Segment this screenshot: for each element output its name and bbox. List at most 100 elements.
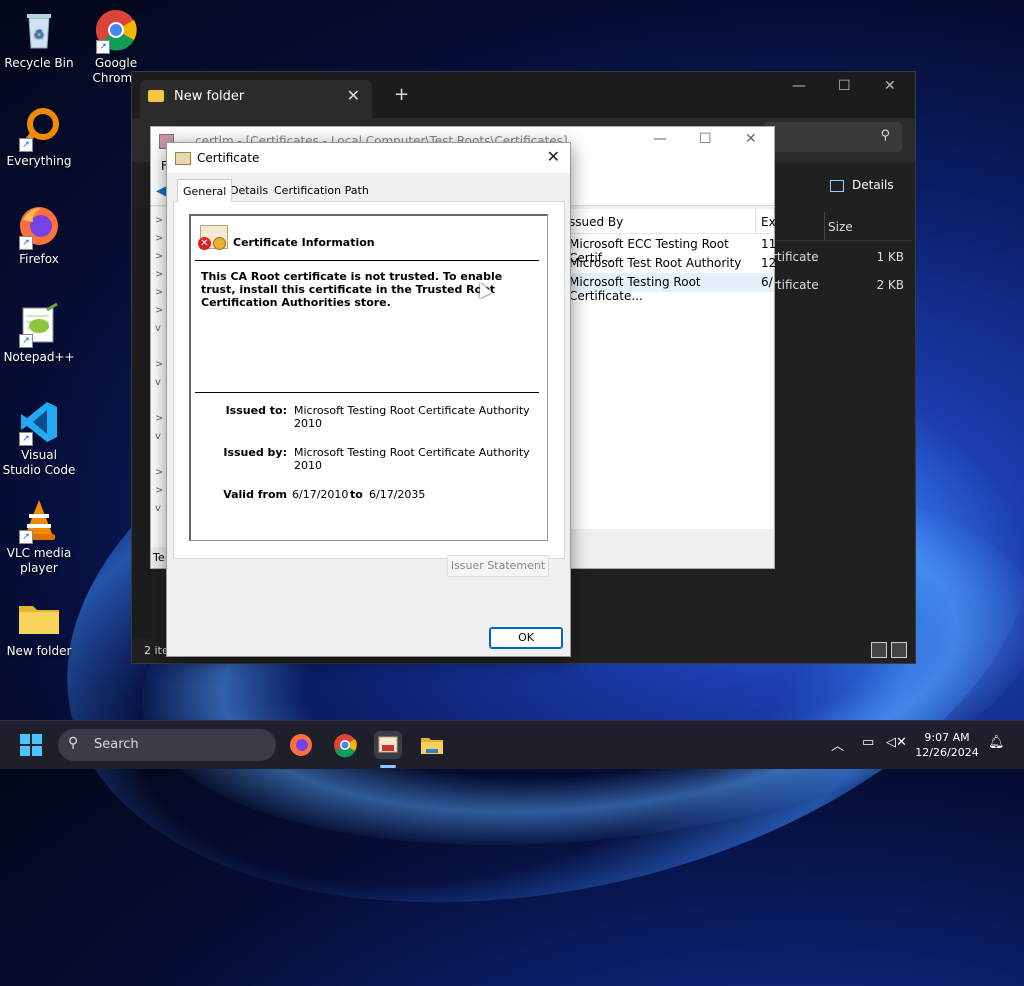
chevron-up-icon[interactable]: ︿	[831, 735, 844, 754]
chevron-right-icon[interactable]: >	[155, 359, 163, 370]
minimize-icon[interactable]: —	[792, 78, 806, 94]
details-pane-button[interactable]: Details	[830, 178, 894, 192]
taskbar-firefox-icon[interactable]	[287, 731, 315, 759]
chevron-right-icon[interactable]: >	[155, 233, 163, 244]
search-placeholder: Search	[94, 737, 139, 752]
desktop-icon-label: VLC media player	[6, 546, 72, 575]
firefox-icon: ↗	[17, 204, 61, 250]
everything-icon: ↗	[17, 106, 61, 152]
chevron-right-icon[interactable]: >	[155, 467, 163, 478]
chevron-down-icon[interactable]: v	[155, 323, 161, 334]
svg-text:♻: ♻	[34, 27, 45, 41]
search-icon: ⚲	[68, 735, 79, 751]
issued-by-value: Microsoft Testing Root Certificate Autho…	[294, 446, 530, 472]
chevron-down-icon[interactable]: v	[155, 503, 161, 514]
explorer-tab-title: New folder	[174, 89, 245, 104]
column-size[interactable]: Size	[828, 220, 853, 234]
close-tab-icon[interactable]: ✕	[347, 86, 360, 105]
desktop-icon-label: Recycle Bin	[4, 56, 74, 70]
taskbar-search-box[interactable]: ⚲ Search	[58, 729, 276, 761]
start-button[interactable]	[20, 734, 42, 756]
certlm-status-text: Te	[153, 551, 165, 564]
certificate-row[interactable]: Microsoft Test Root Authority 12	[569, 254, 777, 273]
column-expiration[interactable]: Ex	[761, 215, 776, 229]
shortcut-arrow-icon: ↗	[19, 236, 33, 250]
notification-bell-icon[interactable]: 🔔︎	[988, 735, 1005, 750]
details-pane-icon	[830, 179, 844, 192]
issuer-statement-button[interactable]: Issuer Statement	[447, 555, 549, 577]
explorer-tab-bar: New folder ✕ + — ☐ ✕	[132, 72, 915, 118]
valid-to-value: 6/17/2035	[369, 488, 426, 501]
details-view-icon[interactable]	[871, 642, 887, 658]
taskbar-clock[interactable]: 9:07 AM 12/26/2024	[912, 730, 982, 760]
desktop-icon-notepad-plus-plus[interactable]: ↗ Notepad++	[1, 302, 77, 365]
cell-expiration: 6/	[761, 275, 773, 289]
details-label: Details	[852, 178, 894, 192]
column-separator	[824, 212, 825, 240]
desktop-icon-vscode[interactable]: ↗ Visual Studio Code	[1, 400, 77, 478]
desktop-icon-everything[interactable]: ↗ Everything	[1, 106, 77, 169]
desktop-icon-new-folder[interactable]: New folder	[1, 596, 77, 659]
certificate-row-selected[interactable]: Microsoft Testing Root Certificate... 6/	[569, 273, 773, 303]
desktop-icon-firefox[interactable]: ↗ Firefox	[1, 204, 77, 267]
explorer-column-header: Ex Size	[772, 212, 912, 241]
taskbar-chrome-icon[interactable]	[331, 731, 359, 759]
cell-expiration: 12	[761, 256, 777, 270]
valid-to-label: to	[350, 488, 363, 501]
recycle-bin-icon: ♻	[17, 8, 61, 52]
divider	[195, 260, 539, 261]
desktop-icon-vlc[interactable]: ↗ VLC media player	[1, 498, 77, 576]
explorer-tab[interactable]: New folder ✕	[140, 80, 372, 118]
search-icon: ⚲	[880, 128, 890, 143]
folder-icon	[148, 90, 164, 102]
certificate-row[interactable]: Microsoft ECC Testing Root Certif... 11	[569, 235, 777, 265]
taskbar-certlm-icon[interactable]	[374, 731, 402, 759]
ok-button[interactable]: OK	[489, 627, 563, 649]
cell-issued-by: Microsoft Testing Root Certificate...	[569, 275, 701, 303]
clock-date: 12/26/2024	[915, 746, 979, 759]
chevron-down-icon[interactable]: v	[155, 377, 161, 388]
valid-from-label: Valid from	[223, 488, 287, 501]
close-icon[interactable]: ✕	[884, 78, 896, 94]
dialog-title: Certificate	[197, 151, 260, 165]
chevron-right-icon[interactable]: >	[155, 485, 163, 496]
chevron-right-icon[interactable]: >	[155, 413, 163, 424]
horizontal-scrollbar[interactable]	[569, 529, 773, 543]
desktop-icon-label: New folder	[6, 644, 72, 658]
divider	[195, 392, 539, 393]
column-issued-by[interactable]: ssued By	[569, 215, 623, 229]
tiles-view-icon[interactable]	[891, 642, 907, 658]
chevron-down-icon[interactable]: v	[155, 431, 161, 442]
chevron-right-icon[interactable]: >	[155, 269, 163, 280]
minimize-icon[interactable]: —	[653, 131, 667, 147]
chevron-right-icon[interactable]: >	[155, 251, 163, 262]
clock-time: 9:07 AM	[924, 731, 970, 744]
cell-expiration: 11	[761, 237, 777, 251]
chevron-right-icon[interactable]: >	[155, 287, 163, 298]
close-icon[interactable]: ✕	[547, 147, 560, 166]
maximize-icon[interactable]: ☐	[838, 78, 851, 94]
view-toggle	[867, 642, 907, 661]
network-icon[interactable]: ▭	[862, 735, 874, 750]
certificate-dialog: Certificate ✕ General Details Certificat…	[166, 142, 571, 657]
desktop-icon-recycle-bin[interactable]: ♻ Recycle Bin	[1, 8, 77, 71]
explorer-search-box[interactable]: ⚲	[764, 122, 902, 152]
volume-muted-icon[interactable]: ◁✕	[886, 735, 907, 750]
certificate-info-box: ✕ Certificate Information This CA Root c…	[189, 214, 548, 541]
vscode-icon: ↗	[17, 400, 61, 446]
explorer-file-list: Ex Size rtificate 1 KB rtificate 2 KB	[772, 212, 912, 632]
file-type: rtificate	[772, 278, 819, 292]
shortcut-arrow-icon: ↗	[96, 40, 110, 54]
chevron-right-icon[interactable]: >	[155, 215, 163, 226]
certificate-list: ssued By Ex Microsoft ECC Testing Root C…	[569, 209, 777, 529]
close-icon[interactable]: ✕	[745, 131, 757, 147]
file-size: 1 KB	[876, 250, 904, 264]
taskbar-file-explorer-icon[interactable]	[418, 731, 446, 759]
tab-certification-path[interactable]: Certification Path	[269, 179, 374, 200]
general-tab-panel: ✕ Certificate Information This CA Root c…	[173, 201, 565, 559]
new-tab-icon[interactable]: +	[394, 84, 409, 105]
tab-general[interactable]: General	[177, 179, 233, 202]
taskbar: ⚲ Search ︿ ▭ ◁✕ 9:07 AM 12/26/2024 🔔︎	[0, 720, 1024, 769]
chevron-right-icon[interactable]: >	[155, 305, 163, 316]
maximize-icon[interactable]: ☐	[699, 131, 712, 147]
